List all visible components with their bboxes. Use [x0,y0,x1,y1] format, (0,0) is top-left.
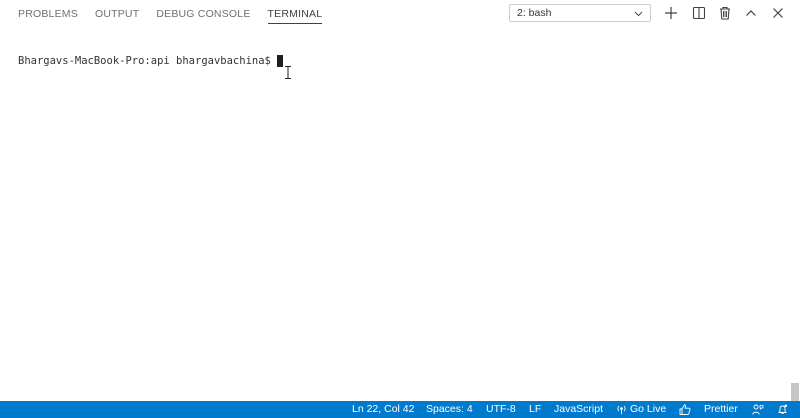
person-feedback-icon [752,404,764,415]
terminal-select-value: 2: bash [517,7,552,19]
go-live-label: Go Live [630,403,667,415]
split-terminal-button[interactable] [691,5,707,21]
prettier-status[interactable]: Prettier [704,403,738,415]
new-terminal-button[interactable] [663,5,679,21]
kill-terminal-button[interactable] [717,5,733,21]
notifications-button[interactable] [777,404,788,415]
maximize-panel-button[interactable] [743,5,759,21]
tab-output[interactable]: OUTPUT [95,0,139,27]
plus-icon [665,7,677,19]
feedback-button[interactable] [679,404,691,415]
close-panel-button[interactable] [770,5,786,21]
go-live-button[interactable]: Go Live [616,403,666,415]
chevron-up-icon [746,10,756,16]
chevron-down-icon [634,11,643,17]
terminal-area[interactable]: Bhargavs-MacBook-Pro:api bhargavbachina$ [0,27,790,401]
thumbs-up-icon [679,404,691,415]
panel-header: PROBLEMS OUTPUT DEBUG CONSOLE TERMINAL 2… [0,0,800,27]
bell-icon [778,404,788,414]
tab-problems[interactable]: PROBLEMS [18,0,78,27]
indentation-setting[interactable]: Spaces: 4 [426,403,473,415]
status-bar: Ln 22, Col 42 Spaces: 4 UTF-8 LF JavaScr… [0,401,800,418]
terminal-select[interactable]: 2: bash [509,4,651,22]
tab-terminal[interactable]: TERMINAL [267,0,323,27]
terminal-prompt: Bhargavs-MacBook-Pro:api bhargavbachina$ [18,55,271,67]
language-mode[interactable]: JavaScript [554,403,603,415]
tab-debug-console[interactable]: DEBUG CONSOLE [156,0,250,27]
trash-icon [720,6,730,20]
close-icon [773,8,783,18]
terminal-prompt-line: Bhargavs-MacBook-Pro:api bhargavbachina$ [18,55,283,67]
eol-setting[interactable]: LF [529,403,541,415]
split-icon [692,6,706,20]
terminal-scrollbar[interactable] [791,383,799,401]
panel-tabs: PROBLEMS OUTPUT DEBUG CONSOLE TERMINAL [18,0,339,27]
cursor-position[interactable]: Ln 22, Col 42 [352,403,414,415]
broadcast-icon [617,405,626,414]
text-cursor-icon [285,66,291,79]
encoding-setting[interactable]: UTF-8 [486,403,516,415]
terminal-cursor [276,55,283,67]
tweet-feedback-button[interactable] [752,404,764,415]
